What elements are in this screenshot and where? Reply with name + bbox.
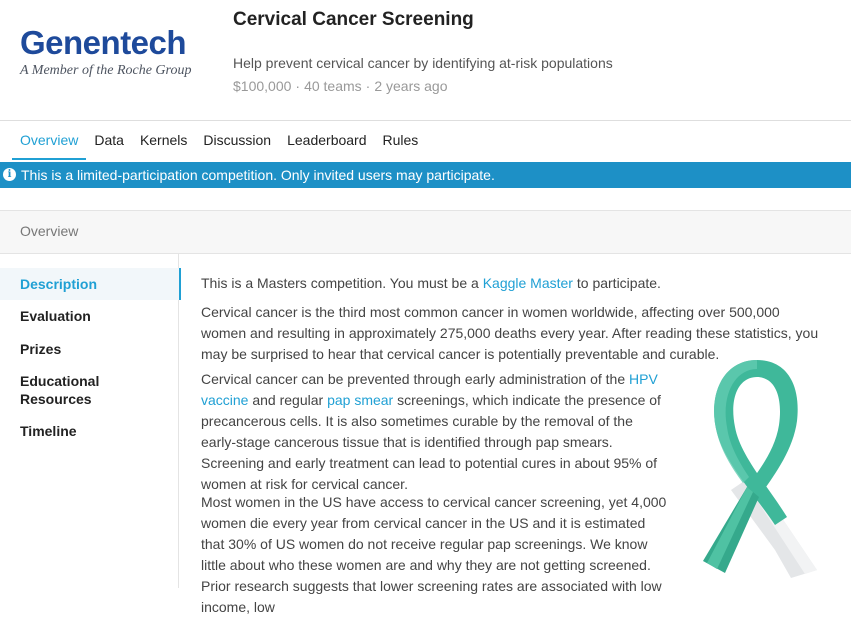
section-title: Overview [20,223,79,239]
sidebar-item-educational[interactable]: Educational [20,372,99,390]
competition-tabs: Overview Data Kernels Discussion Leaderb… [12,121,426,161]
info-icon: i [3,168,16,181]
tab-discussion[interactable]: Discussion [195,121,279,160]
competition-subtitle: Help prevent cervical cancer by identify… [233,55,613,71]
tab-overview[interactable]: Overview [12,121,87,160]
limited-participation-banner: i This is a limited-participation compet… [0,162,851,188]
sidebar-item-description[interactable]: Description [20,275,97,293]
masters-notice-end: to participate. [572,275,661,291]
tab-rules[interactable]: Rules [375,121,427,160]
masters-notice-text: This is a Masters competition. You must … [201,275,483,291]
tab-data[interactable]: Data [86,121,132,160]
kaggle-master-link[interactable]: Kaggle Master [483,275,573,291]
overview-sidebar [0,254,179,588]
genentech-logo[interactable]: Genentech A Member of the Roche Group [20,26,220,79]
prevention-text-b: and regular [248,392,328,408]
banner-text: This is a limited-participation competit… [21,167,495,183]
competition-age: 2 years ago [374,78,448,94]
prize-amount: $100,000 [233,78,292,94]
logo-wordmark: Genentech [20,24,187,61]
competition-header: Genentech A Member of the Roche Group Ce… [0,0,851,120]
competition-title: Cervical Cancer Screening [233,9,474,30]
pap-smear-link[interactable]: pap smear [327,392,393,408]
teams-count[interactable]: 40 teams [304,78,362,94]
competition-meta: $100,000 · 40 teams · 2 years ago [233,78,448,94]
paragraph-access: Most women in the US have access to cerv… [201,494,667,615]
sidebar-item-timeline[interactable]: Timeline [20,422,77,440]
awareness-ribbon-image [703,360,817,578]
sidebar-item-resources[interactable]: Resources [20,390,92,408]
masters-notice: This is a Masters competition. You must … [201,273,821,294]
prevention-text-a: Cervical cancer can be prevented through… [201,371,630,387]
sidebar-item-prizes[interactable]: Prizes [20,340,61,358]
sidebar-item-evaluation[interactable]: Evaluation [20,307,91,325]
section-header: Overview [0,210,851,254]
logo-tagline: A Member of the Roche Group [20,63,192,78]
tab-leaderboard[interactable]: Leaderboard [279,121,374,160]
paragraph-prevention: Cervical cancer can be prevented through… [201,369,671,495]
tab-kernels[interactable]: Kernels [132,121,195,160]
